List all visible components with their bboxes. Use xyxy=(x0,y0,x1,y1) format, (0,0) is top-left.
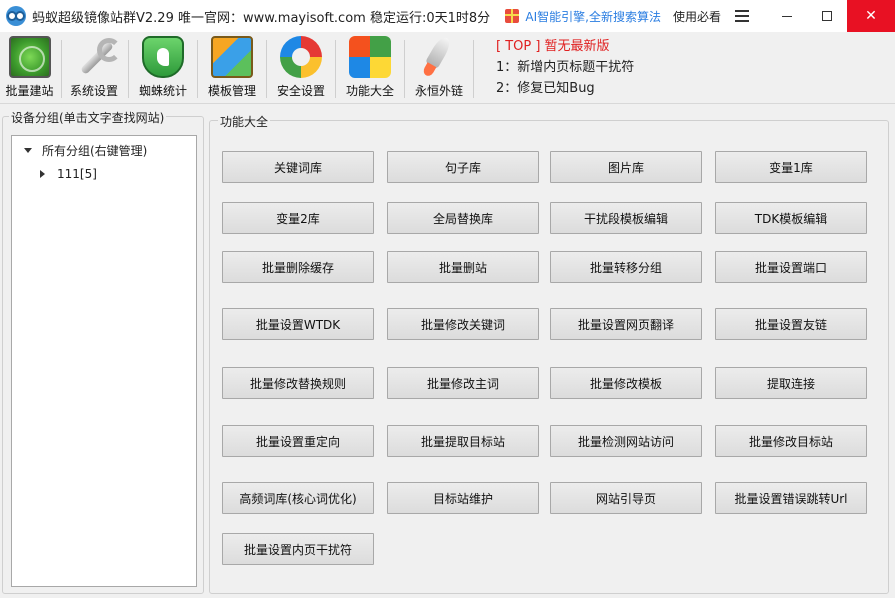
toolbar-permanent-links-button[interactable]: 永恒外链 xyxy=(413,32,465,102)
toolbar-separator xyxy=(197,40,198,98)
group-tree[interactable]: 所有分组(右键管理) 111[5] xyxy=(11,135,197,587)
device-group-caption: 设备分组(单击文字查找网站) xyxy=(9,109,167,126)
variable2-library-button[interactable]: 变量2库 xyxy=(222,202,374,234)
title-bar: 蚂蚁超级镜像站群V2.29 唯一官网：www.mayisoft.com 稳定运行… xyxy=(0,0,895,32)
batch-set-inner-interference-button[interactable]: 批量设置内页干扰符 xyxy=(222,533,374,565)
tree-root-label[interactable]: 所有分组(右键管理) xyxy=(42,142,147,159)
notice-line: 2：修复已知Bug xyxy=(496,81,595,96)
batch-set-wtdk-button[interactable]: 批量设置WTDK xyxy=(222,308,374,340)
batch-edit-target-button[interactable]: 批量修改目标站 xyxy=(715,425,867,457)
expand-arrow-icon[interactable] xyxy=(24,147,32,153)
batch-edit-main-word-button[interactable]: 批量修改主词 xyxy=(387,367,539,399)
toolbar-label: 永恒外链 xyxy=(414,84,463,98)
batch-edit-keywords-button[interactable]: 批量修改关键词 xyxy=(387,308,539,340)
toolbar-separator xyxy=(473,40,474,98)
toolbar-system-settings-button[interactable]: 系统设置 xyxy=(68,32,121,102)
functions-panel: 功能大全 关键词库 句子库 图片库 变量1库 变量2库 全局替换库 干扰段模板编… xyxy=(209,113,889,594)
template-icon xyxy=(211,36,253,78)
toolbar-safety-button[interactable]: 安全设置 xyxy=(275,32,327,102)
toolbar-label: 蜘蛛统计 xyxy=(138,84,187,98)
device-group-panel: 设备分组(单击文字查找网站) 所有分组(右键管理) 111[5] xyxy=(2,109,204,594)
tdk-template-edit-button[interactable]: TDK模板编辑 xyxy=(715,202,867,234)
batch-set-redirect-button[interactable]: 批量设置重定向 xyxy=(222,425,374,457)
toolbar-functions-button[interactable]: 功能大全 xyxy=(344,32,396,102)
rocket-icon xyxy=(418,36,460,78)
interference-template-edit-button[interactable]: 干扰段模板编辑 xyxy=(550,202,702,234)
title-bar-right: AI智能引擎,全新搜索算法 使用必看 ✕ xyxy=(505,0,895,32)
toolbar-batch-build-button[interactable]: 批量建站 xyxy=(0,32,61,102)
tree-child-item[interactable]: 111[5] xyxy=(12,162,196,186)
batch-edit-replace-rules-button[interactable]: 批量修改替换规则 xyxy=(222,367,374,399)
extract-links-button[interactable]: 提取连接 xyxy=(715,367,867,399)
global-replace-library-button[interactable]: 全局替换库 xyxy=(387,202,539,234)
minimize-icon xyxy=(782,15,792,17)
notice-top-line: [ TOP ] 暂无最新版 xyxy=(496,39,610,54)
toolbar-separator xyxy=(266,40,267,98)
batch-set-friend-links-button[interactable]: 批量设置友链 xyxy=(715,308,867,340)
ant-logo-icon xyxy=(6,6,26,26)
toolbar-label: 模板管理 xyxy=(207,84,256,98)
collapse-arrow-icon[interactable] xyxy=(40,170,45,178)
menu-icon[interactable] xyxy=(735,10,749,22)
maximize-button[interactable] xyxy=(807,0,847,32)
batch-extract-target-button[interactable]: 批量提取目标站 xyxy=(387,425,539,457)
toolbar-separator xyxy=(404,40,405,98)
tree-child-label[interactable]: 111[5] xyxy=(57,167,97,181)
batch-delete-sites-button[interactable]: 批量删站 xyxy=(387,251,539,283)
toolbar-separator xyxy=(335,40,336,98)
target-site-maintenance-button[interactable]: 目标站维护 xyxy=(387,482,539,514)
batch-set-port-button[interactable]: 批量设置端口 xyxy=(715,251,867,283)
radar-icon xyxy=(8,36,51,78)
batch-set-translation-button[interactable]: 批量设置网页翻译 xyxy=(550,308,702,340)
functions-icon xyxy=(349,36,391,78)
high-frequency-words-button[interactable]: 高频词库(核心词优化) xyxy=(222,482,374,514)
toolbar-spider-stats-button[interactable]: 蜘蛛统计 xyxy=(137,32,189,102)
batch-check-access-button[interactable]: 批量检测网站访问 xyxy=(550,425,702,457)
toolbar: 批量建站 系统设置 蜘蛛统计 模板管理 安全设置 功能大全 永恒外链 [ TOP… xyxy=(0,32,895,104)
close-button[interactable]: ✕ xyxy=(847,0,895,32)
help-link[interactable]: 使用必看 xyxy=(673,8,721,25)
gift-icon xyxy=(505,9,520,23)
batch-edit-template-button[interactable]: 批量修改模板 xyxy=(550,367,702,399)
tree-root-item[interactable]: 所有分组(右键管理) xyxy=(12,138,196,162)
toolbar-label: 功能大全 xyxy=(345,84,394,98)
window-title: 蚂蚁超级镜像站群V2.29 唯一官网：www.mayisoft.com 稳定运行… xyxy=(32,10,491,26)
update-notice: [ TOP ] 暂无最新版 1：新增内页标题干扰符 2：修复已知Bug xyxy=(496,36,634,103)
spider-shield-icon xyxy=(142,36,184,78)
functions-caption: 功能大全 xyxy=(218,113,271,130)
site-guide-page-button[interactable]: 网站引导页 xyxy=(550,482,702,514)
toolbar-label: 系统设置 xyxy=(69,84,118,98)
notice-line: 1：新增内页标题干扰符 xyxy=(496,60,635,75)
toolbar-template-button[interactable]: 模板管理 xyxy=(206,32,258,102)
ai-engine-link[interactable]: AI智能引擎,全新搜索算法 xyxy=(525,8,661,25)
sentence-library-button[interactable]: 句子库 xyxy=(387,151,539,183)
toolbar-label: 安全设置 xyxy=(276,84,325,98)
variable1-library-button[interactable]: 变量1库 xyxy=(715,151,867,183)
toolbar-separator xyxy=(128,40,129,98)
batch-move-group-button[interactable]: 批量转移分组 xyxy=(550,251,702,283)
batch-set-error-redirect-button[interactable]: 批量设置错误跳转Url xyxy=(715,482,867,514)
image-library-button[interactable]: 图片库 xyxy=(550,151,702,183)
minimize-button[interactable] xyxy=(767,0,807,32)
maximize-icon xyxy=(822,11,832,21)
keyword-library-button[interactable]: 关键词库 xyxy=(222,151,374,183)
toolbar-separator xyxy=(61,40,62,98)
safety-icon xyxy=(280,36,322,78)
batch-clear-cache-button[interactable]: 批量删除缓存 xyxy=(222,251,374,283)
toolbar-label: 批量建站 xyxy=(5,84,54,98)
wrench-icon xyxy=(73,36,121,78)
